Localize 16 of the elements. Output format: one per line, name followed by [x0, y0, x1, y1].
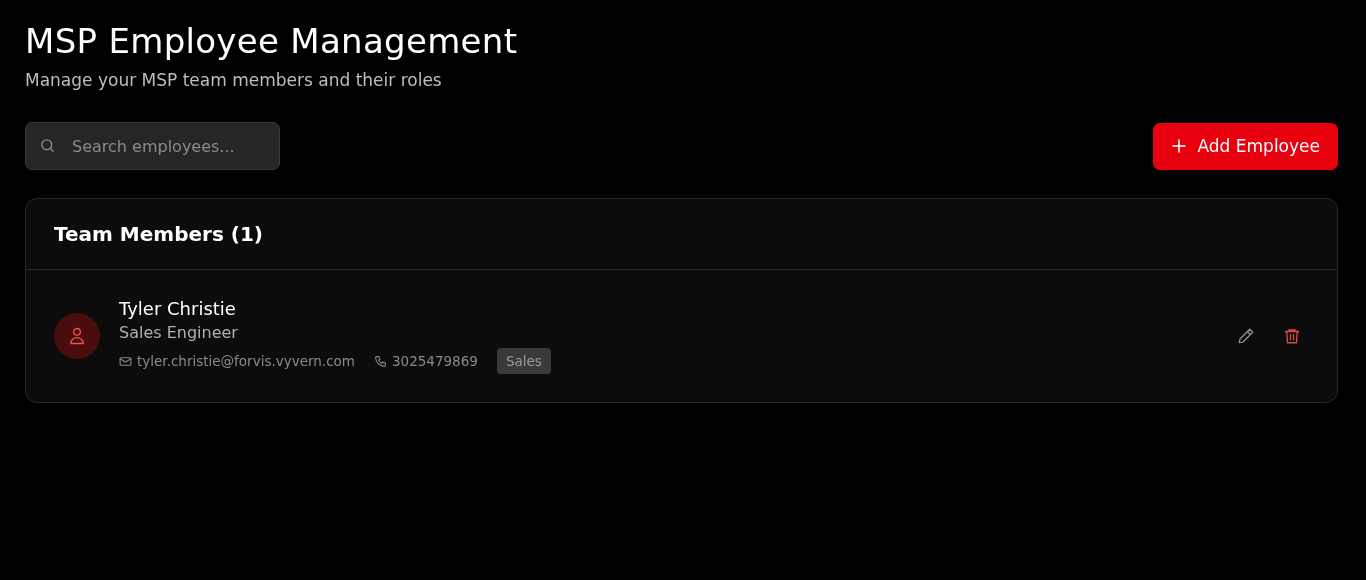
phone-icon — [374, 354, 387, 368]
member-phone: 3025479869 — [392, 353, 478, 369]
delete-icon[interactable] — [1283, 327, 1301, 345]
department-tag: Sales — [496, 348, 551, 374]
edit-icon[interactable] — [1237, 327, 1255, 345]
page-subtitle: Manage your MSP team members and their roles — [25, 70, 443, 90]
add-employee-button[interactable]: Add Employee — [1153, 122, 1338, 170]
avatar-icon — [54, 313, 100, 359]
card-title: Team Members (1) — [54, 222, 263, 246]
member-role: Sales Engineer — [119, 323, 239, 342]
plus-icon — [1171, 138, 1188, 154]
page-title: MSP Employee Management — [25, 20, 519, 62]
member-name: Tyler Christie — [119, 298, 237, 319]
member-email: tyler.christie@forvis.vyvern.com — [137, 353, 355, 369]
search-field[interactable]: Search employees... — [25, 122, 280, 170]
mail-icon — [119, 354, 132, 368]
